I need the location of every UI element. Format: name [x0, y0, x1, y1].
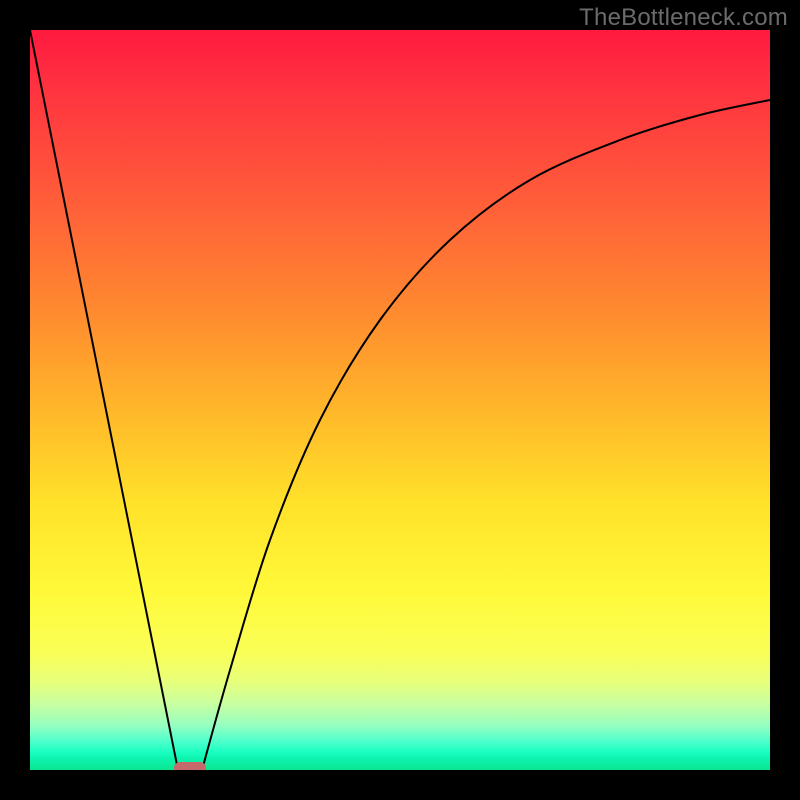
optimum-marker — [174, 762, 206, 770]
watermark-text: TheBottleneck.com — [579, 4, 788, 32]
plot-area — [30, 30, 770, 770]
curve-left-branch — [30, 30, 178, 770]
curve-right-branch — [202, 100, 770, 770]
bottleneck-curve — [30, 30, 770, 770]
